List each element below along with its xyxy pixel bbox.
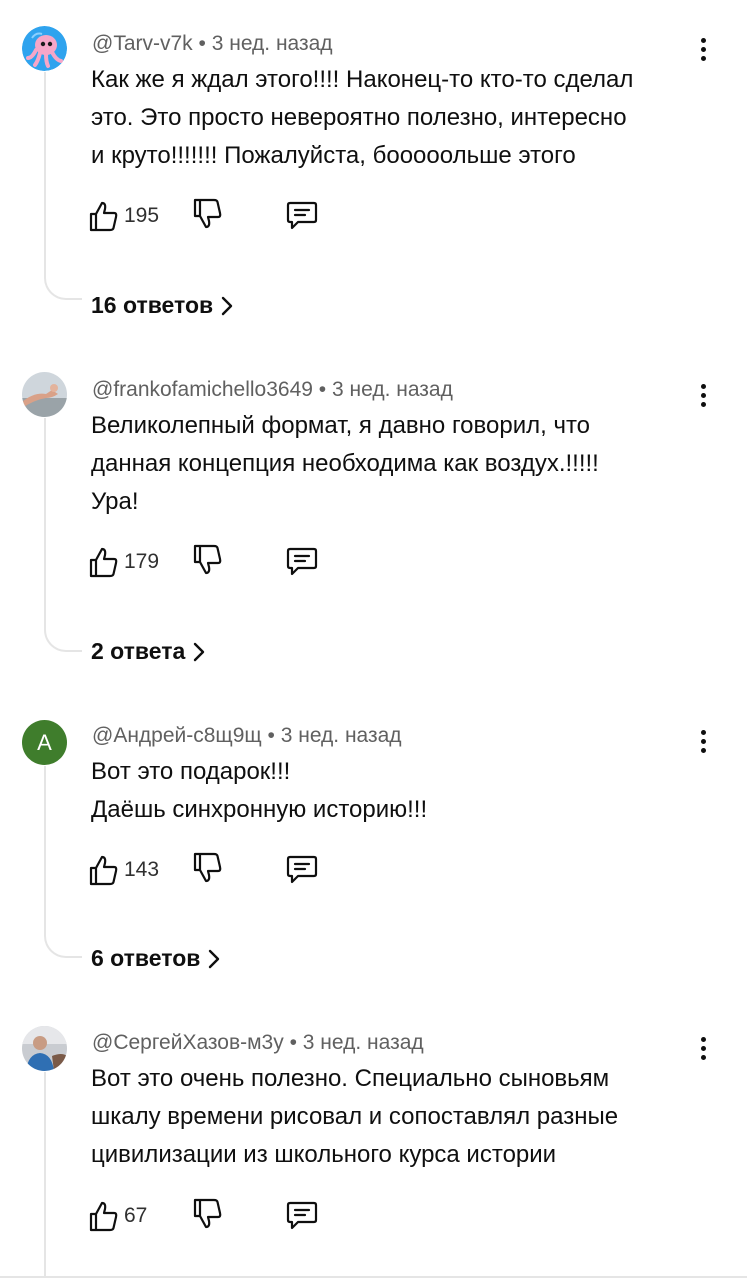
comment-time: 3 нед. назад xyxy=(211,32,333,55)
replies-link[interactable]: 2 ответа xyxy=(91,638,205,665)
thumbs-down-icon xyxy=(193,1198,222,1229)
like-count: 179 xyxy=(124,550,160,573)
comment-text: Великолепный формат, я давно говорил, чт… xyxy=(91,412,599,515)
comment-time: 3 нед. назад xyxy=(280,724,402,747)
comment-meta: @frankofamichello3649 • 3 нед. назад xyxy=(92,378,453,401)
avatar[interactable] xyxy=(22,26,67,71)
comment-actions: 143 xyxy=(88,850,348,890)
reply-button[interactable] xyxy=(286,1200,318,1235)
like-count: 67 xyxy=(124,1204,148,1227)
like-button[interactable]: 67 xyxy=(88,1196,147,1236)
reply-button[interactable] xyxy=(286,546,318,581)
thread-line xyxy=(44,72,82,300)
author-name[interactable]: @Tarv-v7k xyxy=(92,32,193,55)
comment-meta: @Андрей-с8щ9щ • 3 нед. назад xyxy=(92,724,402,747)
dislike-button[interactable] xyxy=(192,198,222,235)
comment-actions: 179 xyxy=(88,542,348,582)
dislike-button[interactable] xyxy=(192,544,222,581)
more-vertical-icon[interactable] xyxy=(690,724,716,758)
octopus-icon xyxy=(22,26,67,71)
like-button[interactable]: 179 xyxy=(88,542,159,582)
avatar[interactable]: А xyxy=(22,720,67,765)
chevron-right-icon xyxy=(209,949,220,968)
comment-text: Вот это очень полезно. Специально сыновь… xyxy=(91,1065,619,1168)
chevron-right-icon xyxy=(221,296,233,315)
comment-time: 3 нед. назад xyxy=(302,1031,424,1054)
comment-icon xyxy=(286,201,318,230)
comment-icon xyxy=(286,1201,318,1230)
chevron-right-icon xyxy=(194,642,205,661)
comment-icon xyxy=(286,855,318,884)
thumbs-up-icon xyxy=(89,1201,118,1232)
replies-link[interactable]: 16 ответов xyxy=(91,292,233,319)
avatar-letter: А xyxy=(37,730,52,755)
thumbs-up-icon xyxy=(89,855,118,886)
reply-button[interactable] xyxy=(286,200,318,235)
author-name[interactable]: @Андрей-с8щ9щ xyxy=(92,724,262,747)
like-count: 143 xyxy=(124,858,160,881)
bottom-divider xyxy=(0,1276,747,1278)
replies-count: 2 ответа xyxy=(91,638,186,664)
more-vertical-icon[interactable] xyxy=(690,378,716,412)
more-vertical-icon[interactable] xyxy=(690,32,716,66)
more-vertical-icon[interactable] xyxy=(690,1031,716,1065)
thumbs-up-icon xyxy=(89,201,118,232)
replies-link[interactable]: 6 ответов xyxy=(91,945,220,972)
like-count: 195 xyxy=(124,204,160,227)
thread-line xyxy=(44,418,82,652)
avatar[interactable] xyxy=(22,372,67,417)
comment-time: 3 нед. назад xyxy=(331,378,453,401)
like-button[interactable]: 195 xyxy=(88,196,159,236)
comment-actions: 195 xyxy=(88,196,348,236)
thread-line xyxy=(44,766,82,958)
comment-text: Как же я ждал этого!!!! Наконец-то кто-т… xyxy=(91,66,634,169)
replies-count: 16 ответов xyxy=(91,292,214,318)
comment-icon xyxy=(286,547,318,576)
dislike-button[interactable] xyxy=(192,1198,222,1235)
thumbs-down-icon xyxy=(193,544,222,575)
thumbs-down-icon xyxy=(193,852,222,883)
author-name[interactable]: @frankofamichello3649 xyxy=(92,378,313,401)
thumbs-down-icon xyxy=(193,198,222,229)
comment-text: Вот это подарок!!! Даёшь синхронную исто… xyxy=(91,758,428,823)
author-name[interactable]: @СергейХазов-м3у xyxy=(92,1031,284,1054)
profile-photo-icon xyxy=(22,372,67,417)
avatar[interactable] xyxy=(22,1026,67,1071)
thread-line xyxy=(44,1072,82,1276)
dislike-button[interactable] xyxy=(192,852,222,889)
comment-actions: 67 xyxy=(88,1196,348,1236)
reply-button[interactable] xyxy=(286,854,318,889)
replies-count: 6 ответов xyxy=(91,945,201,971)
profile-photo-icon xyxy=(22,1026,67,1071)
thumbs-up-icon xyxy=(89,547,118,578)
comment-meta: @СергейХазов-м3у • 3 нед. назад xyxy=(92,1031,424,1054)
like-button[interactable]: 143 xyxy=(88,850,159,890)
comment-meta: @Tarv-v7k • 3 нед. назад xyxy=(92,32,333,55)
